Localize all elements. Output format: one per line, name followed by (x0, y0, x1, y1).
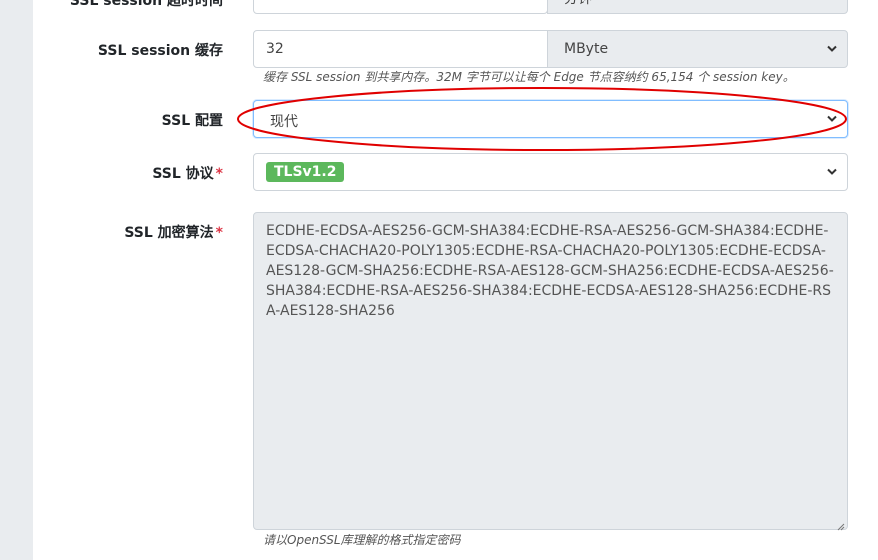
protocol-badge: TLSv1.2 (266, 162, 345, 182)
resize-grip-icon[interactable] (837, 519, 845, 531)
ssl-ciphers-hint: 请以OpenSSL库理解的格式指定密码 (263, 533, 461, 547)
ssl-ciphers-label: SSL 加密算法 * (124, 225, 223, 241)
annotation-ellipse (237, 87, 847, 151)
session-timeout-unit-select[interactable]: 分钟 (547, 0, 848, 14)
cipher-list-text: ECDHE-ECDSA-AES256-GCM-SHA384:ECDHE-RSA-… (266, 223, 834, 319)
session-cache-unit-select[interactable]: MByte (547, 30, 848, 68)
session-timeout-input[interactable]: 0 (253, 0, 548, 14)
ssl-protocol-select[interactable]: TLSv1.2 (253, 153, 848, 191)
session-cache-label: SSL session 缓存 (97, 43, 223, 59)
required-mark: * (215, 166, 223, 182)
required-mark: * (215, 225, 223, 241)
ssl-ciphers-textarea[interactable]: ECDHE-ECDSA-AES256-GCM-SHA384:ECDHE-RSA-… (253, 212, 848, 531)
ssl-config-label: SSL 配置 (161, 113, 223, 129)
chevron-down-icon (827, 166, 837, 179)
session-cache-input[interactable]: 32 (253, 30, 548, 68)
settings-panel: SSL session 超时时间 0 分钟 SSL session 缓存 32 … (33, 0, 878, 560)
ssl-protocol-label: SSL 协议 * (152, 166, 223, 182)
chevron-down-icon (827, 43, 837, 56)
session-timeout-label: SSL session 超时时间 (69, 0, 223, 9)
